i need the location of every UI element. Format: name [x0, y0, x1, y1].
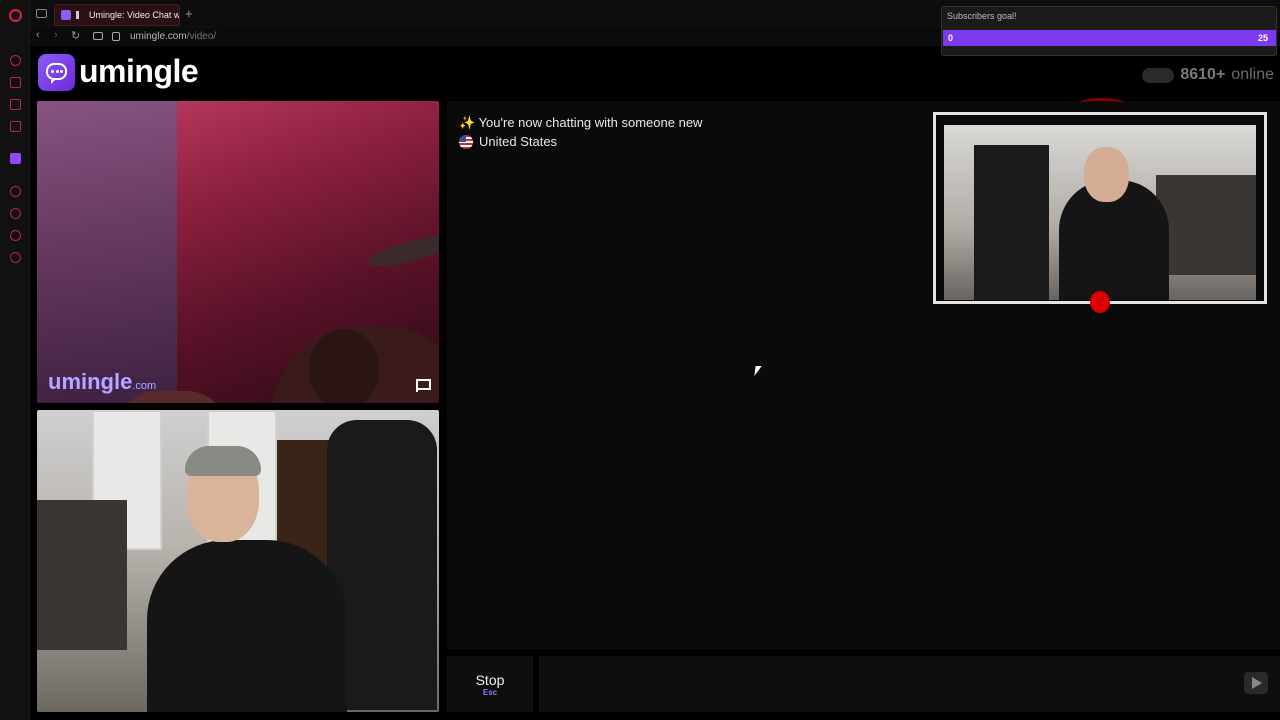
forward-button[interactable]: › [54, 29, 58, 41]
online-counter: 8610+ online [1142, 66, 1274, 84]
url-path: /video/ [186, 31, 217, 42]
goal-progress-bar [943, 30, 1276, 46]
system-message: ✨ You're now chatting with someone new [459, 115, 702, 131]
video-watermark: umingle.com [48, 369, 156, 395]
online-label: online [1231, 66, 1274, 83]
watermark-text: umingle [48, 369, 133, 394]
video-background [37, 101, 177, 403]
country-message: United States [459, 134, 557, 149]
self-video [37, 410, 439, 712]
reload-button[interactable]: ↻ [71, 29, 80, 42]
opera-logo-icon[interactable] [9, 9, 22, 22]
room-bed [37, 500, 127, 650]
stranger-video: umingle.com [37, 101, 439, 403]
camera-icon[interactable] [93, 32, 103, 40]
twitch-icon[interactable] [10, 153, 21, 164]
goal-current: 0 [948, 33, 954, 43]
refresh-sidebar-icon[interactable] [10, 55, 21, 66]
back-button[interactable]: ‹ [36, 29, 40, 41]
stranger-person-head [309, 329, 379, 403]
stop-label: Stop [475, 672, 505, 688]
overlay-blood-drop [1090, 291, 1110, 313]
player-icon[interactable] [10, 186, 21, 197]
umingle-favicon-icon [61, 10, 71, 20]
history-icon[interactable] [10, 208, 21, 219]
goal-target: 25 [1257, 33, 1268, 43]
webcam-bed [1156, 175, 1256, 275]
site-logo-text[interactable]: umingle [79, 53, 199, 90]
overlay-decoration [1080, 98, 1124, 108]
watermark-suffix: .com [132, 380, 157, 392]
tab-title: Umingle: Video Chat w [89, 10, 180, 20]
streamer-webcam-overlay [933, 112, 1267, 304]
online-count: 8610+ [1180, 66, 1226, 83]
subscribers-goal-widget: Subscribers goal! 0 25 [941, 6, 1277, 56]
url-field[interactable]: umingle.com/video/ [130, 31, 216, 42]
tab-umingle[interactable]: Umingle: Video Chat w [54, 4, 180, 26]
report-flag-icon[interactable] [416, 379, 431, 392]
mail-icon[interactable] [10, 121, 21, 132]
browser-sidebar [0, 0, 30, 720]
url-domain: umingle.com [130, 31, 187, 42]
stop-button[interactable]: Stop Esc [447, 656, 533, 712]
lock-icon[interactable] [112, 32, 120, 41]
chat-dots-icon [51, 70, 63, 73]
country-text: United States [479, 134, 558, 149]
us-flag-icon [459, 134, 473, 149]
ceiling-fan [365, 229, 439, 273]
send-button[interactable] [1244, 672, 1268, 694]
sparkle-icon: ✨ [459, 115, 476, 130]
message-input[interactable] [539, 656, 1280, 712]
settings-icon[interactable] [10, 252, 21, 263]
theme-toggle[interactable] [1142, 67, 1175, 83]
self-person-body [147, 540, 347, 712]
webcam-person-head [1084, 147, 1129, 202]
tab-switcher-icon[interactable] [36, 9, 47, 18]
extensions-icon[interactable] [10, 230, 21, 241]
self-person-hair [185, 446, 261, 476]
webcam-chair [974, 145, 1049, 300]
goal-title: Subscribers goal! [947, 11, 1017, 21]
system-message-text: You're now chatting with someone new [478, 115, 703, 130]
store-icon[interactable] [10, 77, 21, 88]
webcam-feed [944, 125, 1256, 300]
stop-shortcut: Esc [482, 688, 498, 697]
speaker-icon[interactable] [76, 11, 84, 19]
new-tab-button[interactable]: + [185, 6, 193, 21]
umingle-logo-icon[interactable] [38, 54, 75, 91]
messenger-icon[interactable] [10, 99, 21, 110]
